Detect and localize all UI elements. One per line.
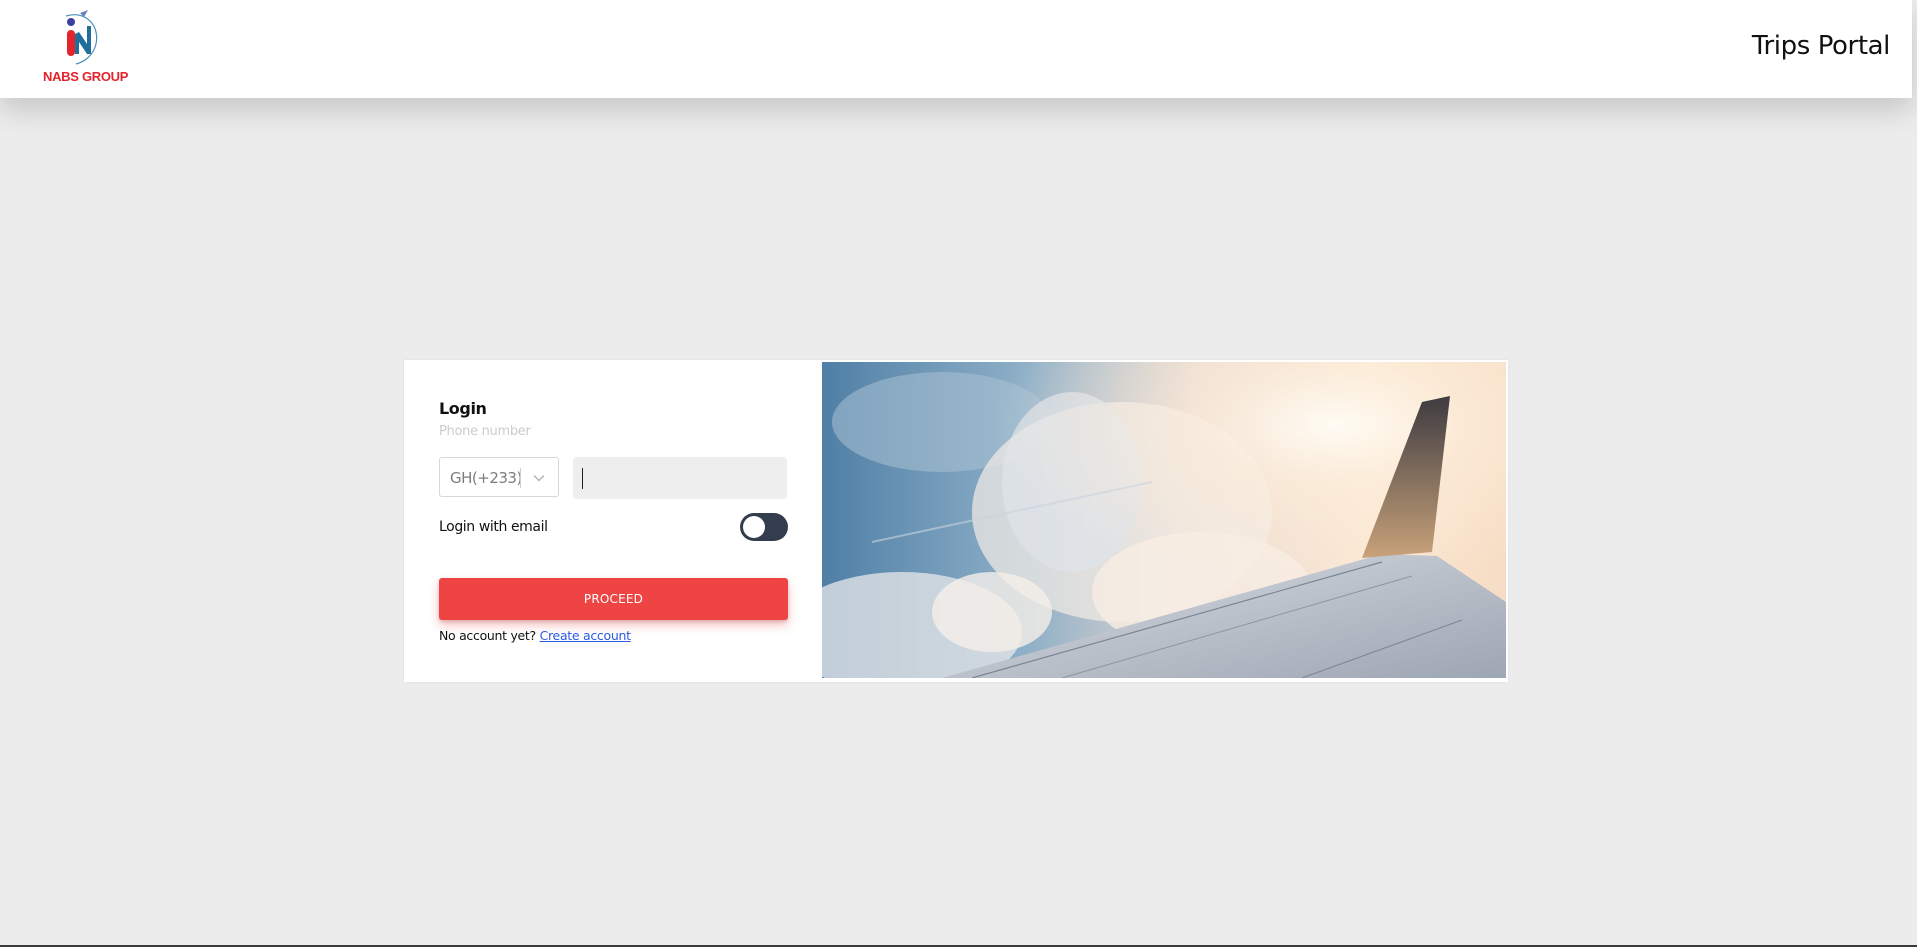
airplane-wing-image [822,362,1506,678]
top-header: NABS GROUP Trips Portal [0,0,1912,98]
nabs-group-logo[interactable]: NABS GROUP [40,8,140,88]
logo-mark-icon [65,10,98,65]
country-code-select[interactable]: GH(+233) [439,457,559,497]
login-card: Login Phone number GH(+233) Login with e… [404,360,1508,682]
logo-text: NABS GROUP [43,69,129,84]
select-separator [520,468,521,488]
portal-title: Trips Portal [1751,31,1891,61]
text-caret [582,468,583,489]
chevron-down-icon [533,474,545,482]
phone-number-label: Phone number [439,424,531,439]
login-with-email-label: Login with email [439,519,548,535]
login-title: Login [439,399,487,418]
country-code-value: GH(+233) [450,469,522,487]
proceed-button[interactable]: PROCEED [439,578,788,620]
no-account-text: No account yet? [439,628,536,643]
toggle-knob [743,516,765,538]
login-with-email-toggle[interactable] [740,513,788,541]
no-account-row: No account yet? Create account [439,628,631,643]
create-account-link[interactable]: Create account [540,628,631,643]
airplane-wing-hero-image [822,362,1506,678]
phone-number-input[interactable] [573,457,787,499]
login-form: Login Phone number GH(+233) Login with e… [404,360,822,682]
scrollbar-gutter [1912,0,1917,947]
